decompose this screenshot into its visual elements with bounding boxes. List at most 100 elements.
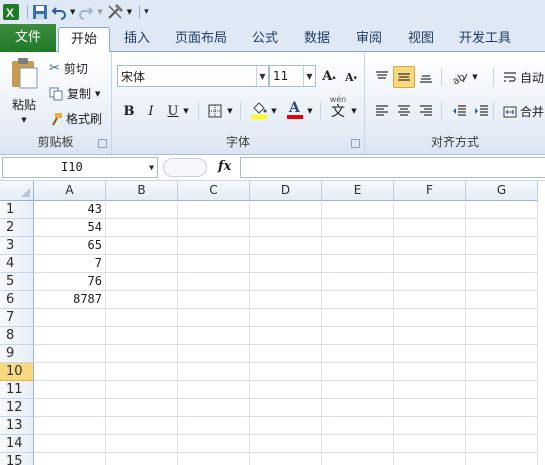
worksheet-grid[interactable]: ABCDEFG 1 43 2 54 3 65 4 7 5 76 6 8787 7 8 9 10 11 12 13 14… (0, 181, 545, 465)
cell-g10[interactable] (466, 363, 538, 381)
underline-dropdown-icon[interactable]: ▼ (180, 100, 192, 122)
tab-file[interactable]: 文件 (0, 24, 56, 52)
fill-color-dropdown-icon[interactable]: ▼ (268, 100, 280, 122)
cell-c10[interactable] (178, 363, 250, 381)
cell-g11[interactable] (466, 381, 538, 399)
fill-color-button[interactable] (248, 98, 270, 120)
cell-g7[interactable] (466, 309, 538, 327)
align-left-button[interactable] (371, 100, 393, 122)
cell-f11[interactable] (394, 381, 466, 399)
cell-e12[interactable] (322, 399, 394, 417)
cell-b12[interactable] (106, 399, 178, 417)
row-header-2[interactable]: 2 (0, 219, 34, 237)
cell-a2[interactable]: 54 (34, 219, 106, 237)
cell-d8[interactable] (250, 327, 322, 345)
cell-c1[interactable] (178, 201, 250, 219)
cell-d11[interactable] (250, 381, 322, 399)
cell-e10[interactable] (322, 363, 394, 381)
cell-g13[interactable] (466, 417, 538, 435)
row-header-1[interactable]: 1 (0, 201, 34, 219)
copy-button[interactable]: 复制 ▼ (49, 85, 100, 102)
cell-d10[interactable] (250, 363, 322, 381)
column-header-c[interactable]: C (178, 181, 250, 201)
column-header-d[interactable]: D (250, 181, 322, 201)
cell-g9[interactable] (466, 345, 538, 363)
cell-f12[interactable] (394, 399, 466, 417)
formula-input[interactable] (240, 157, 545, 178)
cell-d6[interactable] (250, 291, 322, 309)
cell-b3[interactable] (106, 237, 178, 255)
merge-center-button[interactable]: 合并 (503, 103, 544, 120)
cell-a12[interactable] (34, 399, 106, 417)
row-header-13[interactable]: 13 (0, 417, 34, 435)
row-header-10[interactable]: 10 (0, 363, 34, 381)
cell-b1[interactable] (106, 201, 178, 219)
font-size-combo[interactable]: 11 ▼ (269, 65, 316, 87)
font-name-combo[interactable]: 宋体 ▼ (117, 65, 269, 87)
row-header-12[interactable]: 12 (0, 399, 34, 417)
cell-a14[interactable] (34, 435, 106, 453)
cell-d13[interactable] (250, 417, 322, 435)
grow-font-button[interactable]: A ▴ (318, 65, 340, 87)
undo-icon[interactable] (51, 2, 67, 22)
cell-d2[interactable] (250, 219, 322, 237)
tab-insert[interactable]: 插入 (118, 27, 156, 52)
cell-d7[interactable] (250, 309, 322, 327)
align-middle-button[interactable] (393, 66, 415, 88)
tab-developer[interactable]: 开发工具 (452, 27, 518, 52)
cell-e11[interactable] (322, 381, 394, 399)
cell-c12[interactable] (178, 399, 250, 417)
cell-f4[interactable] (394, 255, 466, 273)
tab-review[interactable]: 审阅 (350, 27, 388, 52)
cell-b6[interactable] (106, 291, 178, 309)
tab-formulas[interactable]: 公式 (246, 27, 284, 52)
cell-d14[interactable] (250, 435, 322, 453)
copy-dropdown-icon[interactable]: ▼ (95, 90, 100, 98)
cell-g6[interactable] (466, 291, 538, 309)
tab-home[interactable]: 开始 (58, 27, 110, 53)
cell-f2[interactable] (394, 219, 466, 237)
cell-g2[interactable] (466, 219, 538, 237)
align-bottom-button[interactable] (415, 66, 437, 88)
cell-e7[interactable] (322, 309, 394, 327)
cell-a11[interactable] (34, 381, 106, 399)
cell-c14[interactable] (178, 435, 250, 453)
name-box[interactable]: I10 ▼ (2, 157, 158, 178)
cell-a1[interactable]: 43 (34, 201, 106, 219)
italic-button[interactable]: I (140, 100, 162, 122)
cell-a4[interactable]: 7 (34, 255, 106, 273)
cell-g15[interactable] (466, 453, 538, 465)
cell-a9[interactable] (34, 345, 106, 363)
cell-e9[interactable] (322, 345, 394, 363)
cell-g14[interactable] (466, 435, 538, 453)
cell-d1[interactable] (250, 201, 322, 219)
font-size-dropdown-icon[interactable]: ▼ (303, 66, 315, 86)
tab-page-layout[interactable]: 页面布局 (172, 27, 230, 52)
align-right-button[interactable] (415, 100, 437, 122)
cell-c3[interactable] (178, 237, 250, 255)
redo-dropdown-icon[interactable]: ▼ (97, 2, 102, 22)
cell-a10[interactable] (34, 363, 106, 381)
save-icon[interactable] (32, 2, 48, 22)
cell-g4[interactable] (466, 255, 538, 273)
paste-button[interactable]: 粘贴 ▼ (6, 56, 42, 124)
cell-b5[interactable] (106, 273, 178, 291)
cell-d15[interactable] (250, 453, 322, 465)
font-color-button[interactable]: A (284, 98, 306, 120)
cell-b13[interactable] (106, 417, 178, 435)
font-launcher-icon[interactable] (351, 139, 360, 148)
cell-b11[interactable] (106, 381, 178, 399)
cut-button[interactable]: ✂ 剪切 (49, 60, 88, 77)
cell-f1[interactable] (394, 201, 466, 219)
cell-a8[interactable] (34, 327, 106, 345)
cell-e2[interactable] (322, 219, 394, 237)
row-header-14[interactable]: 14 (0, 435, 34, 453)
row-header-11[interactable]: 11 (0, 381, 34, 399)
row-header-9[interactable]: 9 (0, 345, 34, 363)
decrease-indent-button[interactable] (449, 100, 471, 122)
cell-e14[interactable] (322, 435, 394, 453)
cell-d12[interactable] (250, 399, 322, 417)
cell-f6[interactable] (394, 291, 466, 309)
tools-dropdown-icon[interactable]: ▼ (127, 2, 132, 22)
cell-c2[interactable] (178, 219, 250, 237)
